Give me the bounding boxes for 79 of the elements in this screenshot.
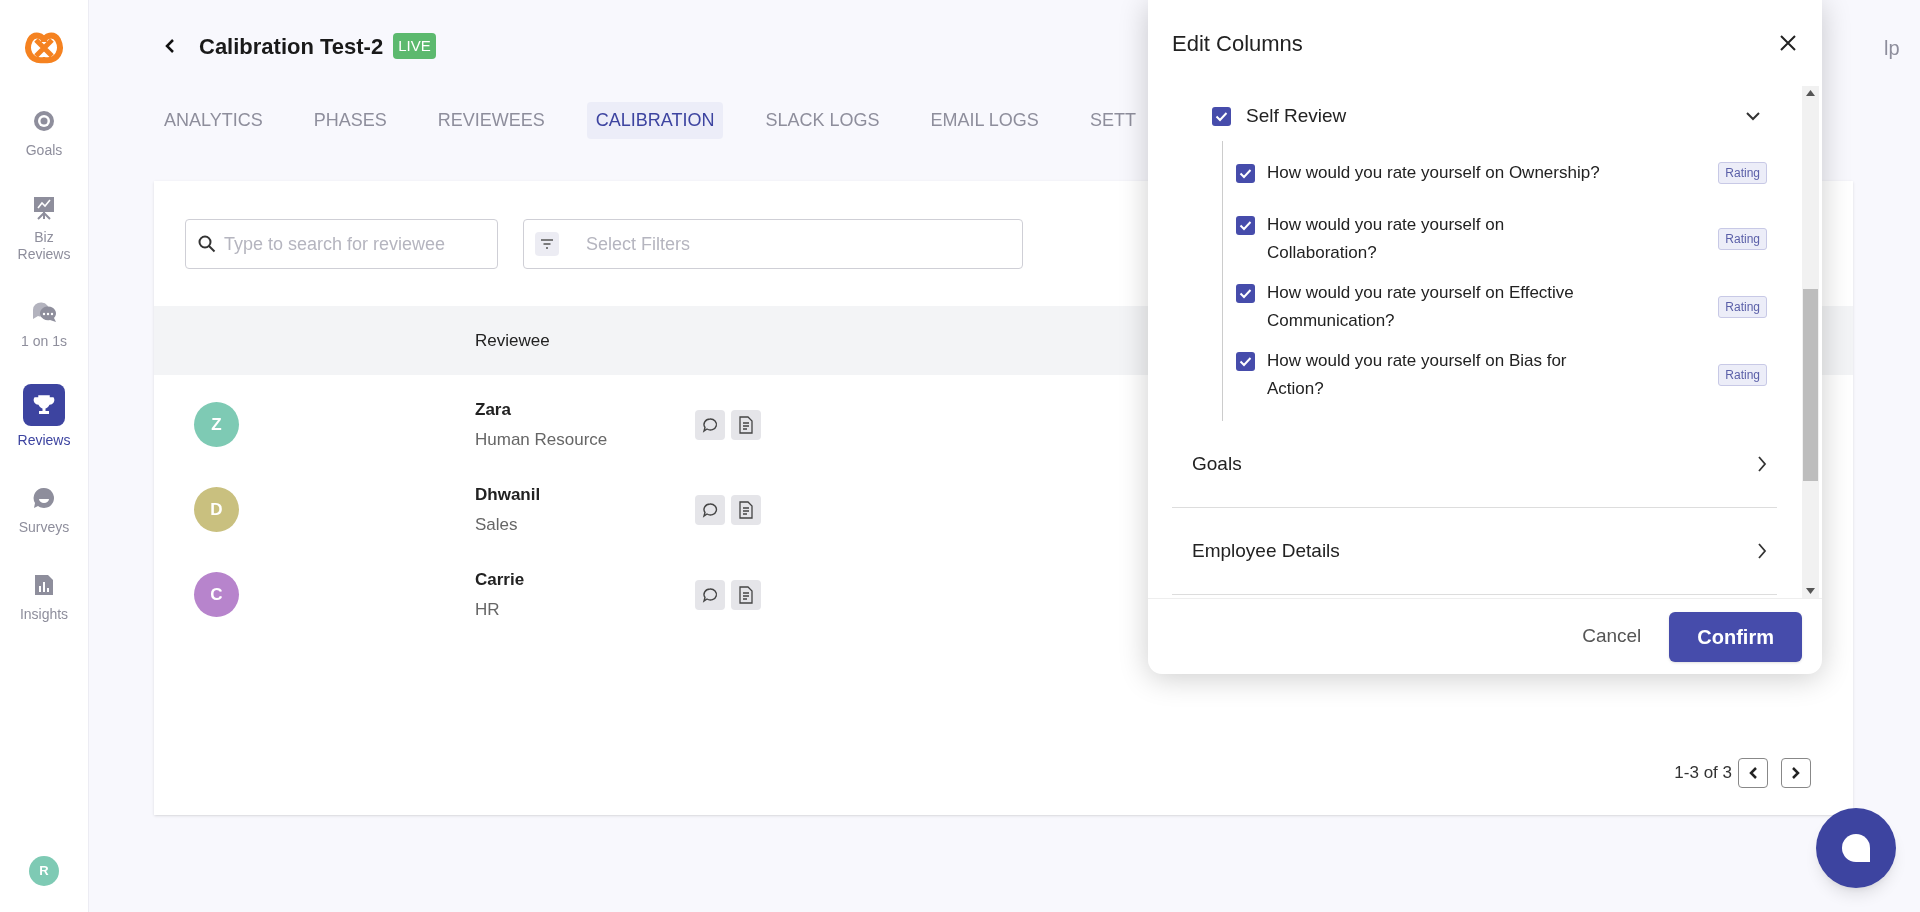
speech-bubble-icon	[702, 586, 718, 603]
chat-bubble-icon	[1841, 833, 1871, 863]
search-field[interactable]: Type to search for reviewee	[185, 219, 498, 269]
rating-tag: Rating	[1718, 296, 1767, 318]
page-title: Calibration Test-2	[199, 32, 384, 61]
avatar: D	[194, 487, 239, 532]
pagination-range: 1-3 of 3	[1674, 762, 1732, 785]
tab[interactable]: CALIBRATION	[586, 102, 724, 139]
reviewee-department: HR	[475, 598, 501, 621]
user-avatar[interactable]: R	[29, 856, 59, 886]
chevron-right-icon	[1791, 766, 1801, 780]
checkbox[interactable]	[1236, 164, 1255, 183]
document-button[interactable]	[731, 409, 761, 440]
avatar: Z	[194, 402, 239, 447]
comment-button[interactable]	[695, 579, 725, 610]
tab[interactable]: SETT	[1080, 102, 1145, 139]
scrollbar[interactable]	[1802, 86, 1819, 598]
sidebar-item[interactable]: 1 on 1s	[4, 297, 84, 350]
section-row[interactable]: Employee Details	[1172, 508, 1777, 595]
rating-tag: Rating	[1718, 228, 1767, 250]
chevron-down-icon[interactable]	[1745, 111, 1761, 121]
tab[interactable]: ANALYTICS	[155, 102, 272, 139]
checkmark-icon	[1239, 288, 1252, 299]
previous-page-button[interactable]	[1738, 758, 1768, 788]
tab[interactable]: REVIEWEES	[428, 102, 554, 139]
reviewee-name: Dhwanil	[475, 484, 542, 506]
rating-tag: Rating	[1718, 162, 1767, 184]
checkmark-icon	[1239, 356, 1252, 367]
checkmark-icon	[1239, 220, 1252, 231]
scroll-down-arrow-icon[interactable]	[1806, 588, 1815, 594]
rating-tag: Rating	[1718, 364, 1767, 386]
document-icon	[738, 500, 754, 519]
tab[interactable]: SLACK LOGS	[756, 102, 889, 139]
question-label: How would you rate yourself on Bias for Action?	[1267, 350, 1568, 400]
next-page-button[interactable]	[1781, 758, 1811, 788]
chevron-left-icon	[1748, 766, 1758, 780]
sidebar-item[interactable]: Reviews	[4, 384, 84, 449]
speech-bubble-icon	[702, 501, 718, 518]
cancel-button[interactable]: Cancel	[1582, 622, 1642, 651]
scroll-up-arrow-icon[interactable]	[1806, 90, 1815, 96]
sidebar-item[interactable]: Insights	[4, 570, 84, 623]
tab[interactable]: PHASES	[304, 102, 396, 139]
checkbox[interactable]	[1236, 216, 1255, 235]
checkmark-icon	[1215, 110, 1228, 122]
live-badge: LIVE	[393, 32, 436, 60]
close-icon[interactable]	[1778, 33, 1798, 53]
reviewee-name: Carrie	[475, 569, 526, 591]
column-header: Reviewee	[475, 329, 550, 352]
document-icon	[738, 585, 754, 604]
question-label: How would you rate yourself on Effective Communication?	[1267, 282, 1575, 332]
confirm-button[interactable]: Confirm	[1669, 611, 1802, 662]
reviewee-name: Zara	[475, 399, 512, 421]
question-label: How would you rate yourself on Collaboration?	[1267, 214, 1506, 264]
checkbox[interactable]	[1236, 352, 1255, 371]
question-label: How would you rate yourself on Ownership?	[1267, 162, 1601, 184]
sidebar-item[interactable]: Goals	[4, 106, 84, 159]
filter-icon	[535, 232, 559, 256]
avatar: C	[194, 572, 239, 617]
reviewee-department: Sales	[475, 513, 519, 536]
section-row[interactable]: Goals	[1172, 421, 1777, 508]
reviewee-department: Human Resource	[475, 428, 609, 451]
tab[interactable]: EMAIL LOGS	[921, 102, 1048, 139]
search-icon	[198, 235, 216, 253]
logo	[24, 32, 64, 64]
dialog-title: Edit Columns	[1172, 29, 1303, 58]
document-button[interactable]	[731, 579, 761, 610]
section-label: Self Review	[1246, 103, 1347, 128]
filter-field[interactable]: Select Filters	[523, 219, 1023, 269]
comment-button[interactable]	[695, 409, 725, 440]
sidebar-item[interactable]: Biz Reviews	[4, 193, 84, 263]
document-button[interactable]	[731, 494, 761, 525]
sidebar-item[interactable]: Surveys	[4, 483, 84, 536]
document-icon	[738, 415, 754, 434]
checkbox[interactable]	[1236, 284, 1255, 303]
checkbox[interactable]	[1212, 106, 1231, 126]
help-link[interactable]: lp	[1884, 33, 1900, 63]
speech-bubble-icon	[702, 416, 718, 433]
comment-button[interactable]	[695, 494, 725, 525]
checkmark-icon	[1239, 168, 1252, 179]
